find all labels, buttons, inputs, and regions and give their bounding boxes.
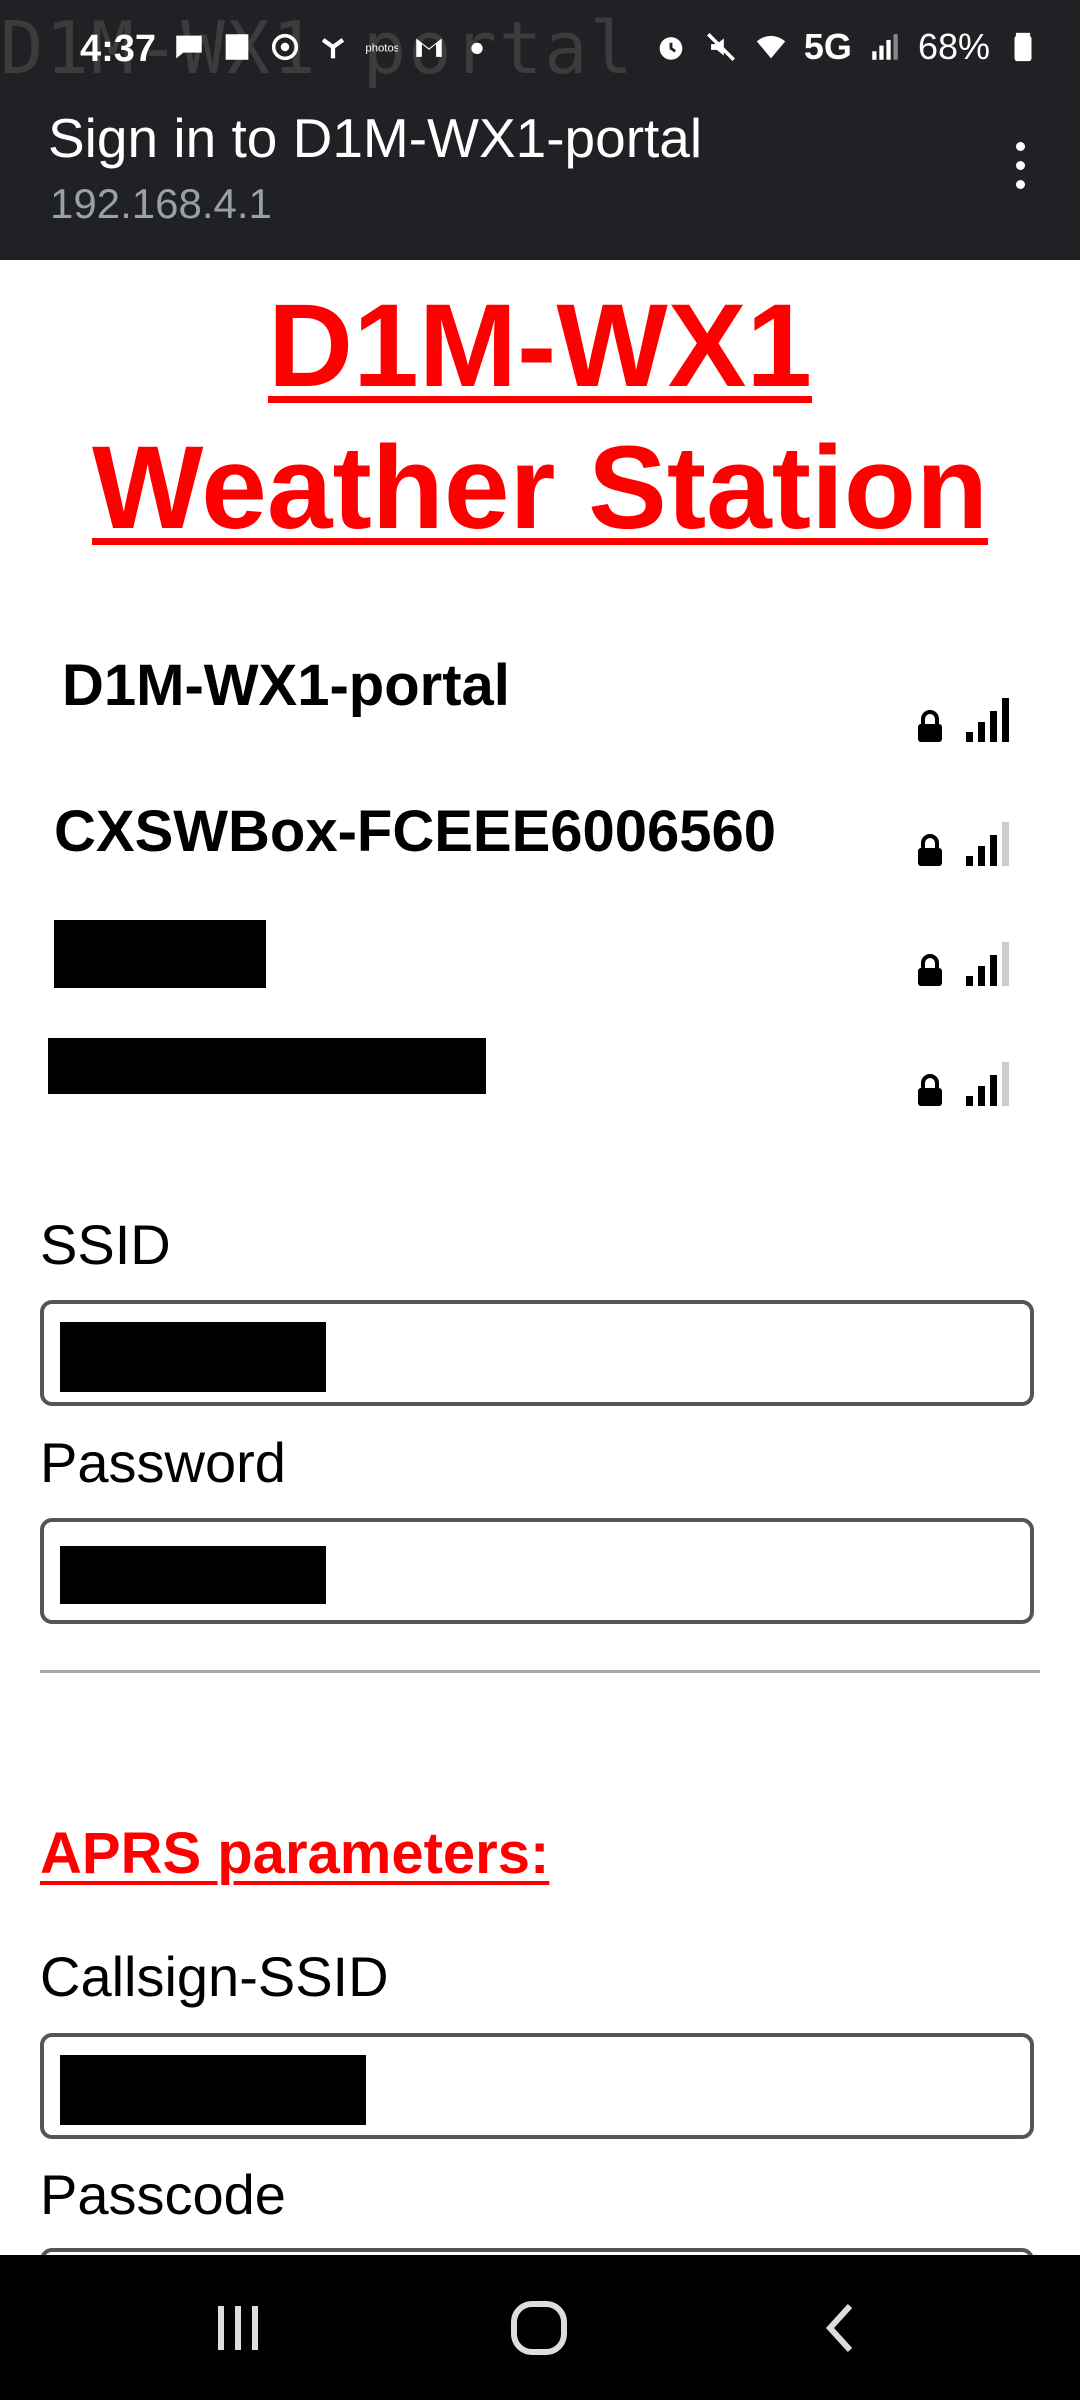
svg-text:photos: photos: [365, 42, 398, 54]
dot-icon: [1015, 160, 1025, 170]
recent-apps-button[interactable]: [188, 2283, 288, 2373]
status-bar: D1M-WX1 portal 4:37 photos 5G 68%: [0, 0, 1080, 100]
battery-icon: [1006, 30, 1040, 64]
ssid-label: SSID: [40, 1213, 171, 1276]
home-icon: [511, 2301, 567, 2355]
redacted-value: [60, 1546, 326, 1604]
lock-icon: [918, 954, 942, 986]
gmail-icon: [412, 30, 446, 64]
signal-strength-icon: [966, 822, 1009, 866]
network-type: 5G: [803, 26, 852, 67]
passcode-label: Passcode: [40, 2163, 286, 2226]
dot-icon: [460, 30, 494, 64]
lock-icon: [918, 1074, 942, 1106]
callsign-label: Callsign-SSID: [40, 1945, 389, 2008]
network-item[interactable]: D1M-WX1-portal: [0, 640, 1080, 750]
page-title-line1: D1M-WX1: [267, 280, 813, 412]
fan-icon: [316, 30, 350, 64]
dot-icon: [1015, 179, 1025, 189]
mute-icon: [704, 30, 738, 64]
notification-icons: photos: [172, 30, 494, 64]
alarm-icon: [654, 30, 688, 64]
portal-header: Sign in to D1M-WX1-portal 192.168.4.1: [0, 100, 1080, 260]
more-options-button[interactable]: [990, 130, 1050, 200]
signal-strength-icon: [966, 698, 1009, 742]
redacted-value: [60, 1322, 326, 1392]
network-item[interactable]: [0, 910, 1080, 1020]
back-icon: [825, 2303, 853, 2353]
app-icon: [220, 30, 254, 64]
redacted-network-name: [48, 1038, 486, 1094]
wifi-icon: [754, 30, 788, 64]
page-title: D1M-WX1 Weather Station: [0, 275, 1080, 559]
navigation-bar: [0, 2255, 1080, 2400]
signal-strength-icon: [966, 942, 1009, 986]
battery-level: 68%: [917, 26, 990, 67]
ssid-input[interactable]: [40, 1300, 1034, 1406]
dot-icon: [1015, 141, 1025, 151]
network-name: CXSWBox-FCEEE6006560: [54, 799, 777, 864]
callsign-input[interactable]: [40, 2033, 1034, 2139]
message-icon: [172, 30, 206, 64]
divider: [40, 1670, 1040, 1673]
recent-apps-icon: [218, 2306, 258, 2350]
back-button[interactable]: [792, 2283, 892, 2373]
cell-signal-icon: [868, 30, 902, 64]
header-title: Sign in to D1M-WX1-portal: [48, 107, 703, 169]
status-time: 4:37: [80, 28, 157, 70]
home-button[interactable]: [490, 2283, 590, 2373]
network-item[interactable]: [0, 1030, 1080, 1140]
podcast-icon: [268, 30, 302, 64]
signal-strength-icon: [966, 1062, 1009, 1106]
status-right: 5G 68%: [654, 26, 1040, 68]
photos-icon: photos: [364, 30, 399, 64]
network-name: D1M-WX1-portal: [62, 653, 510, 718]
lock-icon: [918, 834, 942, 866]
aprs-heading: APRS parameters:: [40, 1821, 550, 1886]
header-url: 192.168.4.1: [50, 180, 272, 227]
network-item[interactable]: CXSWBox-FCEEE6006560: [0, 790, 1080, 900]
password-label: Password: [40, 1431, 286, 1494]
page-title-line2: Weather Station: [91, 422, 989, 554]
redacted-network-name: [54, 920, 266, 988]
lock-icon: [918, 710, 942, 742]
redacted-value: [60, 2055, 366, 2125]
password-input[interactable]: [40, 1518, 1034, 1624]
